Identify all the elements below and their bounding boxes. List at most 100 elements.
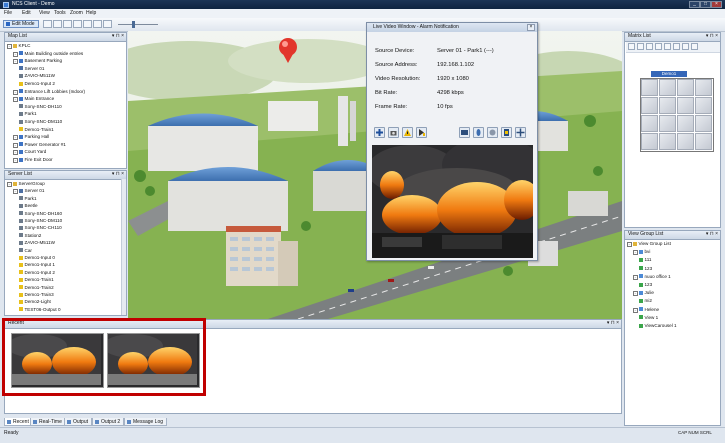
map-list-item[interactable]: − Main Entrance: [13, 96, 54, 103]
view-group-list-item[interactable]: − nuuo office 1: [633, 274, 671, 280]
matrix-tool-icon[interactable]: [646, 43, 653, 50]
zoom-slider[interactable]: [118, 24, 158, 25]
map-list-item[interactable]: − KPLC: [7, 43, 31, 49]
talk-icon[interactable]: [487, 127, 498, 138]
expand-toggle-icon[interactable]: −: [13, 135, 18, 141]
view-group-list-item[interactable]: − View Group List: [627, 241, 671, 247]
menu-help[interactable]: Help: [86, 10, 96, 16]
expand-toggle-icon[interactable]: −: [13, 97, 18, 103]
menu-view[interactable]: View: [39, 10, 50, 16]
fit-icon[interactable]: [83, 20, 92, 28]
server-list-scrollbar[interactable]: [121, 179, 126, 315]
matrix-cell[interactable]: [695, 115, 712, 132]
move-icon[interactable]: [515, 127, 526, 138]
map-list-item[interactable]: − Power Generator #1: [13, 142, 66, 148]
expand-toggle-icon[interactable]: −: [13, 59, 18, 65]
map-list-item[interactable]: Sony-SNC-DM110: [19, 119, 62, 124]
ptz-icon[interactable]: [374, 127, 385, 138]
edit-mode-button[interactable]: Edit Mode: [3, 20, 39, 28]
zoom-out-icon[interactable]: [73, 20, 82, 28]
panel-controls-icon[interactable]: ▾ ⊓ ×: [607, 320, 619, 327]
map-list-item[interactable]: Park1: [19, 111, 37, 116]
bookmark-icon[interactable]: [416, 127, 427, 138]
save-icon[interactable]: [53, 20, 62, 28]
map-list-item[interactable]: Sony-SNC-DH110: [19, 104, 62, 109]
tab-output-2[interactable]: Output 2: [92, 418, 125, 426]
matrix-cell[interactable]: [677, 115, 694, 132]
server-list-item[interactable]: Park1: [19, 196, 37, 201]
close-button[interactable]: ×: [711, 1, 722, 8]
server-list-item[interactable]: Demo1-Input 1: [19, 262, 55, 267]
view-group-list-item[interactable]: 123: [639, 266, 652, 271]
server-list-item[interactable]: Demo1-Input 0: [19, 255, 55, 260]
matrix-cell[interactable]: [659, 79, 676, 96]
server-list-item[interactable]: Car: [19, 248, 32, 253]
matrix-cell[interactable]: [677, 97, 694, 114]
server-list-item[interactable]: Station2: [19, 233, 41, 238]
expand-toggle-icon[interactable]: −: [633, 291, 638, 297]
server-list-item[interactable]: − Server 01: [13, 188, 44, 195]
server-list-item[interactable]: Demo1-Train3: [19, 292, 54, 297]
server-list-item[interactable]: TEST06-Output 0: [19, 307, 61, 312]
menu-zoom[interactable]: Zoom: [70, 10, 83, 16]
view-group-list-item[interactable]: ViewCarousel 1: [639, 323, 677, 328]
panel-controls-icon[interactable]: ▾ ⊓ ×: [112, 171, 124, 178]
matrix-tool-icon[interactable]: [673, 43, 680, 50]
matrix-cell[interactable]: [641, 115, 658, 132]
matrix-cell[interactable]: [695, 133, 712, 150]
matrix-cell[interactable]: [641, 133, 658, 150]
map-list-item[interactable]: − Fire Exit Door: [13, 157, 53, 163]
matrix-cell[interactable]: [659, 97, 676, 114]
output-icon[interactable]: [501, 127, 512, 138]
expand-toggle-icon[interactable]: −: [13, 51, 18, 57]
expand-toggle-icon[interactable]: −: [13, 189, 18, 195]
view-group-list-item[interactable]: − Helene: [633, 307, 659, 313]
view-group-list-item[interactable]: − Julie: [633, 290, 654, 297]
layout-icon[interactable]: [103, 20, 112, 28]
map-list-item[interactable]: − Court Yard: [13, 149, 46, 156]
server-list-item[interactable]: − ServerGroup: [7, 181, 45, 187]
matrix-tool-icon[interactable]: [637, 43, 644, 50]
expand-toggle-icon[interactable]: −: [7, 182, 12, 187]
server-list-item[interactable]: Demo1-Train1: [19, 277, 54, 282]
map-list-item[interactable]: Server 01: [19, 66, 44, 71]
zoom-slider-thumb[interactable]: [132, 21, 135, 28]
server-list-item[interactable]: ZAVIO-M511W: [19, 240, 55, 245]
matrix-tool-icon[interactable]: [655, 43, 662, 50]
panel-controls-icon[interactable]: ▾ ⊓ ×: [706, 231, 718, 238]
panel-controls-icon[interactable]: ▾ ⊓ ×: [112, 33, 124, 40]
server-list-item[interactable]: Demo1-Input 2: [19, 270, 55, 275]
matrix-tool-icon[interactable]: [682, 43, 689, 50]
matrix-cell[interactable]: [659, 133, 676, 150]
tab-output[interactable]: Output: [64, 418, 93, 426]
matrix-tool-icon[interactable]: [691, 43, 698, 50]
video-window-title-bar[interactable]: Live Video Window - Alarm Notification: [367, 23, 537, 32]
tab-message-log[interactable]: Message Log: [124, 418, 168, 426]
map-list-item[interactable]: Demo1-Train1: [19, 127, 54, 132]
view-group-list-item[interactable]: View 1: [639, 315, 658, 320]
matrix-cell[interactable]: [641, 97, 658, 114]
view-group-list-item[interactable]: 111: [639, 257, 651, 262]
open-icon[interactable]: [43, 20, 52, 28]
map-list-item[interactable]: − Main Building outside entries: [13, 51, 83, 57]
expand-toggle-icon[interactable]: −: [627, 242, 632, 247]
instant-playback-icon[interactable]: [459, 127, 470, 138]
expand-toggle-icon[interactable]: −: [633, 307, 638, 313]
server-list-item[interactable]: Demo1-Train2: [19, 285, 54, 290]
view-group-list-item[interactable]: 123: [639, 282, 652, 287]
expand-toggle-icon[interactable]: −: [13, 150, 18, 156]
menu-tools[interactable]: Tools: [54, 10, 66, 16]
menu-file[interactable]: File: [4, 10, 12, 16]
audio-icon[interactable]: [473, 127, 484, 138]
server-list-item[interactable]: Beetle: [19, 203, 38, 208]
matrix-cell[interactable]: [677, 133, 694, 150]
expand-toggle-icon[interactable]: −: [13, 158, 18, 163]
matrix-tool-icon[interactable]: [628, 43, 635, 50]
live-video-window[interactable]: Live Video Window - Alarm Notification ×…: [366, 22, 542, 261]
alarm-video-feed[interactable]: [367, 137, 542, 258]
matrix-cell[interactable]: [695, 79, 712, 96]
server-list-item[interactable]: Sony-SNC-DH160: [19, 211, 62, 216]
tab-recent[interactable]: Recent: [4, 418, 33, 426]
panel-controls-icon[interactable]: ▾ ⊓ ×: [706, 33, 718, 40]
map-list-item[interactable]: Demo1-Input 2: [19, 81, 55, 86]
